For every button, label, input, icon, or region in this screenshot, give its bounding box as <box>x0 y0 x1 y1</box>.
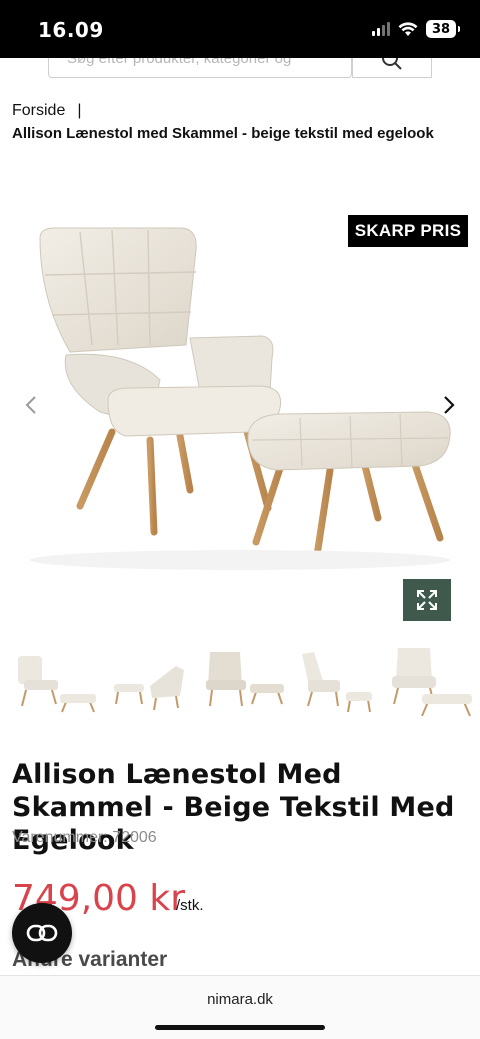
gallery-prev-button[interactable] <box>18 392 44 418</box>
thumbnail-image <box>114 666 184 711</box>
search-icon <box>382 58 402 70</box>
sale-badge: SKARP PRIS <box>348 215 468 247</box>
home-indicator[interactable] <box>155 1025 325 1030</box>
chat-button[interactable] <box>12 903 72 963</box>
breadcrumb-current: Allison Lænestol med Skammel - beige tek… <box>12 125 434 142</box>
thumbnail-2[interactable] <box>102 640 196 722</box>
chevron-right-icon <box>444 396 455 414</box>
thumbnail-4[interactable] <box>290 640 384 722</box>
status-time: 16.09 <box>38 18 104 42</box>
search-button[interactable] <box>352 58 432 78</box>
status-icons: 38 <box>372 20 460 38</box>
search-bar: Søg efter produkter, kategorier og <box>48 58 432 78</box>
status-bar: 16.09 38 <box>0 0 480 58</box>
thumbnail-image <box>392 648 472 716</box>
fullscreen-button[interactable] <box>403 579 451 621</box>
product-sku: Varenummer: 72006 <box>12 829 157 846</box>
address-bar[interactable]: nimara.dk <box>0 991 480 1008</box>
thumbnail-3[interactable] <box>196 640 290 722</box>
thumbnail-image <box>18 656 96 713</box>
thumbnail-1[interactable] <box>8 640 102 722</box>
breadcrumb-separator: | <box>77 102 82 119</box>
chat-icon <box>26 924 58 942</box>
thumbnail-image <box>302 652 372 713</box>
expand-icon <box>417 590 437 610</box>
breadcrumb: Forside | <box>12 102 82 120</box>
chevron-left-icon <box>25 396 36 414</box>
thumbnail-5[interactable] <box>384 640 478 722</box>
browser-toolbar: nimara.dk <box>0 975 480 1039</box>
gallery-next-button[interactable] <box>436 392 462 418</box>
search-input[interactable]: Søg efter produkter, kategorier og <box>48 58 352 78</box>
breadcrumb-home[interactable]: Forside <box>12 102 65 119</box>
wifi-icon <box>398 21 418 36</box>
price-unit: /stk. <box>176 897 204 914</box>
battery-icon: 38 <box>426 20 460 38</box>
thumbnail-image <box>206 652 284 707</box>
signal-icon <box>372 22 390 36</box>
thumbnail-strip <box>8 640 480 722</box>
